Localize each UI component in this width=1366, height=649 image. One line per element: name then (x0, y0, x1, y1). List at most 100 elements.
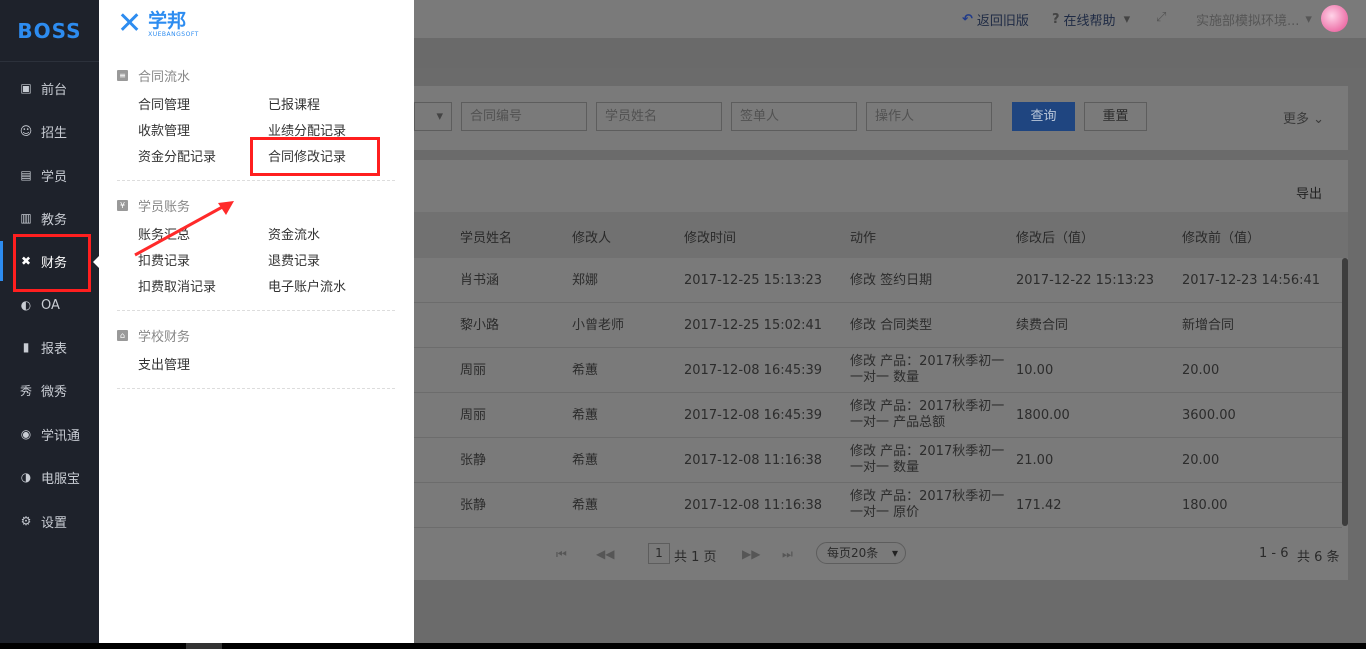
nav-item-0[interactable]: ▣ 前台 (0, 68, 99, 108)
menu-fund-allocation[interactable]: 资金分配记录 (138, 146, 216, 165)
operator-input[interactable]: 操作人 (866, 102, 992, 131)
nav-item-9[interactable]: ◑ 电服宝 (0, 457, 99, 497)
finance-menu-panel: ✕ 学邦 XUEBANGSOFT ≡ 合同流水 合同管理 已报课程 收款管理 业… (99, 0, 414, 643)
show-icon: 秀 (19, 383, 32, 398)
table-row[interactable]: 周丽 希蕙 2017-12-08 16:45:39 1800.00 3600.00 修改 … (414, 393, 1342, 438)
menu-deduction-cancel-records[interactable]: 扣费取消记录 (138, 276, 216, 295)
cell-action: 修改 产品：2017秋季初一 (850, 354, 1005, 369)
home-icon: ⌂ (117, 330, 128, 341)
cell-time: 2017-12-08 11:16:38 (684, 453, 823, 468)
table-row[interactable]: 肖书涵 郑娜 2017-12-25 15:13:23 2017-12-22 15:13… (414, 258, 1342, 303)
cell-editor: 郑娜 (572, 273, 599, 288)
reset-button[interactable]: 重置 (1084, 102, 1147, 131)
section-title-school-finance: ⌂ 学校财务 (117, 326, 190, 345)
first-page-icon[interactable]: ⏮ (556, 547, 567, 562)
cell-after: 21.00 (1016, 453, 1054, 468)
cell-action: 修改 合同类型 (850, 318, 933, 333)
menu-contract-management[interactable]: 合同管理 (138, 94, 190, 113)
cell-time: 2017-12-08 16:45:39 (684, 408, 823, 423)
nav-item-7[interactable]: 秀微秀 (0, 370, 99, 410)
menu-e-account-flow[interactable]: 电子账户流水 (268, 276, 346, 295)
top-bar: ↶ 返回旧版 ? 在线帮助 ▾ ⤢ 实施部模拟环境... ▾ (414, 0, 1366, 38)
cell-time: 2017-12-08 16:45:39 (684, 363, 823, 378)
menu-refund-records[interactable]: 退费记录 (268, 250, 320, 269)
next-page-icon[interactable]: ▶▶ (742, 547, 760, 561)
undo-icon: ↶ (962, 12, 973, 27)
tab-strip (414, 38, 1366, 68)
cell-student: 周丽 (460, 408, 487, 423)
page-number-input[interactable]: 1 (648, 543, 670, 564)
menu-expense-management[interactable]: 支出管理 (138, 354, 190, 373)
page-size-select[interactable]: 每页20条 (816, 542, 906, 564)
nav-item-label: 学员 (41, 169, 68, 185)
location-icon: ◉ (20, 427, 32, 441)
nav-item-label: OA (41, 297, 60, 313)
cell-action: 修改 产品：2017秋季初一 (850, 489, 1005, 504)
nav-item-10[interactable]: ⚙ 设置 (0, 501, 99, 541)
active-indicator (0, 241, 3, 281)
org-selector[interactable]: 实施部模拟环境... ▾ (1196, 10, 1312, 29)
menu-fund-flow[interactable]: 资金流水 (268, 224, 320, 243)
nav-item-label: 设置 (41, 515, 68, 531)
nav-item-label: 报表 (41, 341, 68, 357)
online-help-button[interactable]: ? 在线帮助 ▾ (1052, 10, 1130, 29)
scrollbar[interactable] (1342, 258, 1348, 526)
contract-no-input[interactable]: 合同编号 (461, 102, 587, 131)
document-icon: ≡ (117, 70, 128, 81)
signer-input[interactable]: 签单人 (731, 102, 857, 131)
cell-student: 张静 (460, 498, 487, 513)
nav-item-3[interactable]: ▥ 教务 (0, 198, 99, 238)
divider (117, 180, 395, 181)
last-page-icon[interactable]: ⏭ (782, 547, 793, 562)
nav-item-label: 电服宝 (41, 471, 81, 487)
cell-editor: 希蕙 (572, 498, 599, 513)
more-filters-button[interactable]: 更多 ⌄ (1283, 108, 1324, 127)
table-row[interactable]: 黎小路 小曾老师 2017-12-25 15:02:41 续费合同 新增合同 修改 合同类… (414, 303, 1342, 348)
menu-highlight-box (250, 137, 380, 176)
calendar-icon: ▣ (20, 81, 32, 95)
cell-editor: 希蕙 (572, 408, 599, 423)
avatar[interactable] (1321, 5, 1348, 32)
nav-item-2[interactable]: ▤ 学员 (0, 155, 99, 195)
nav-item-label: 微秀 (41, 384, 68, 400)
menu-payment-management[interactable]: 收款管理 (138, 120, 190, 139)
table-row[interactable]: 张静 希蕙 2017-12-08 11:16:38 171.42 180.00 修改 产品… (414, 483, 1342, 528)
fullscreen-icon[interactable]: ⤢ (1156, 10, 1166, 25)
menu-enrolled-courses[interactable]: 已报课程 (268, 94, 320, 113)
cell-action: 修改 签约日期 (850, 273, 933, 288)
cell-before: 3600.00 (1182, 408, 1236, 423)
chevron-down-icon: ▾ (1305, 12, 1312, 27)
export-button[interactable]: 导出 (1296, 183, 1322, 202)
student-name-input[interactable]: 学员姓名 (596, 102, 722, 131)
nav-item-8[interactable]: ◉ 学讯通 (0, 414, 99, 454)
boss-logo: BOSS (0, 0, 99, 62)
nav-item-6[interactable]: ▮ 报表 (0, 327, 99, 367)
cell-before: 20.00 (1182, 363, 1220, 378)
cell-before: 180.00 (1182, 498, 1228, 513)
cell-action: 修改 产品：2017秋季初一 (850, 399, 1005, 414)
col-student: 学员姓名 (460, 231, 513, 246)
filter-select[interactable] (414, 102, 452, 131)
cell-after: 10.00 (1016, 363, 1054, 378)
nav-item-label: 教务 (41, 212, 68, 228)
chevron-down-icon: ▾ (1123, 12, 1131, 27)
chart-icon: ▮ (22, 340, 30, 354)
cell-student: 黎小路 (460, 318, 500, 333)
nav-item-1[interactable]: ☺ 招生 (0, 111, 99, 151)
table-header: 学员姓名 修改人 修改时间 动作 修改后（值） 修改前（值） (414, 212, 1348, 258)
col-after: 修改后（值） (1016, 231, 1095, 246)
main-content: ↶返回旧版 ?在线帮助 ▾ ⤢ 实施部模拟环境...▾ 合同编号 学员姓名 签单… (414, 0, 1366, 643)
col-action: 动作 (850, 231, 877, 246)
prev-page-icon[interactable]: ◀◀ (596, 547, 614, 561)
nav-item-label: 前台 (41, 82, 68, 98)
query-button[interactable]: 查询 (1012, 102, 1075, 131)
table-row[interactable]: 张静 希蕙 2017-12-08 11:16:38 21.00 20.00 修改 产品：2… (414, 438, 1342, 483)
total-count: 共 6 条 (1297, 550, 1340, 565)
filter-bar: 合同编号 学员姓名 签单人 操作人 查询 重置 更多 ⌄ (414, 86, 1348, 150)
table-row[interactable]: 周丽 希蕙 2017-12-08 16:45:39 10.00 20.00 修改 产品：2… (414, 348, 1342, 393)
chevron-down-icon: ⌄ (1313, 112, 1324, 127)
help-icon: ? (1052, 12, 1060, 27)
cell-action-detail: 一对一 数量 (850, 370, 920, 385)
records-table: 导出 学员姓名 修改人 修改时间 动作 修改后（值） 修改前（值） 肖书涵 郑娜 2… (414, 160, 1348, 580)
back-old-version-button[interactable]: ↶ 返回旧版 (962, 10, 1029, 29)
